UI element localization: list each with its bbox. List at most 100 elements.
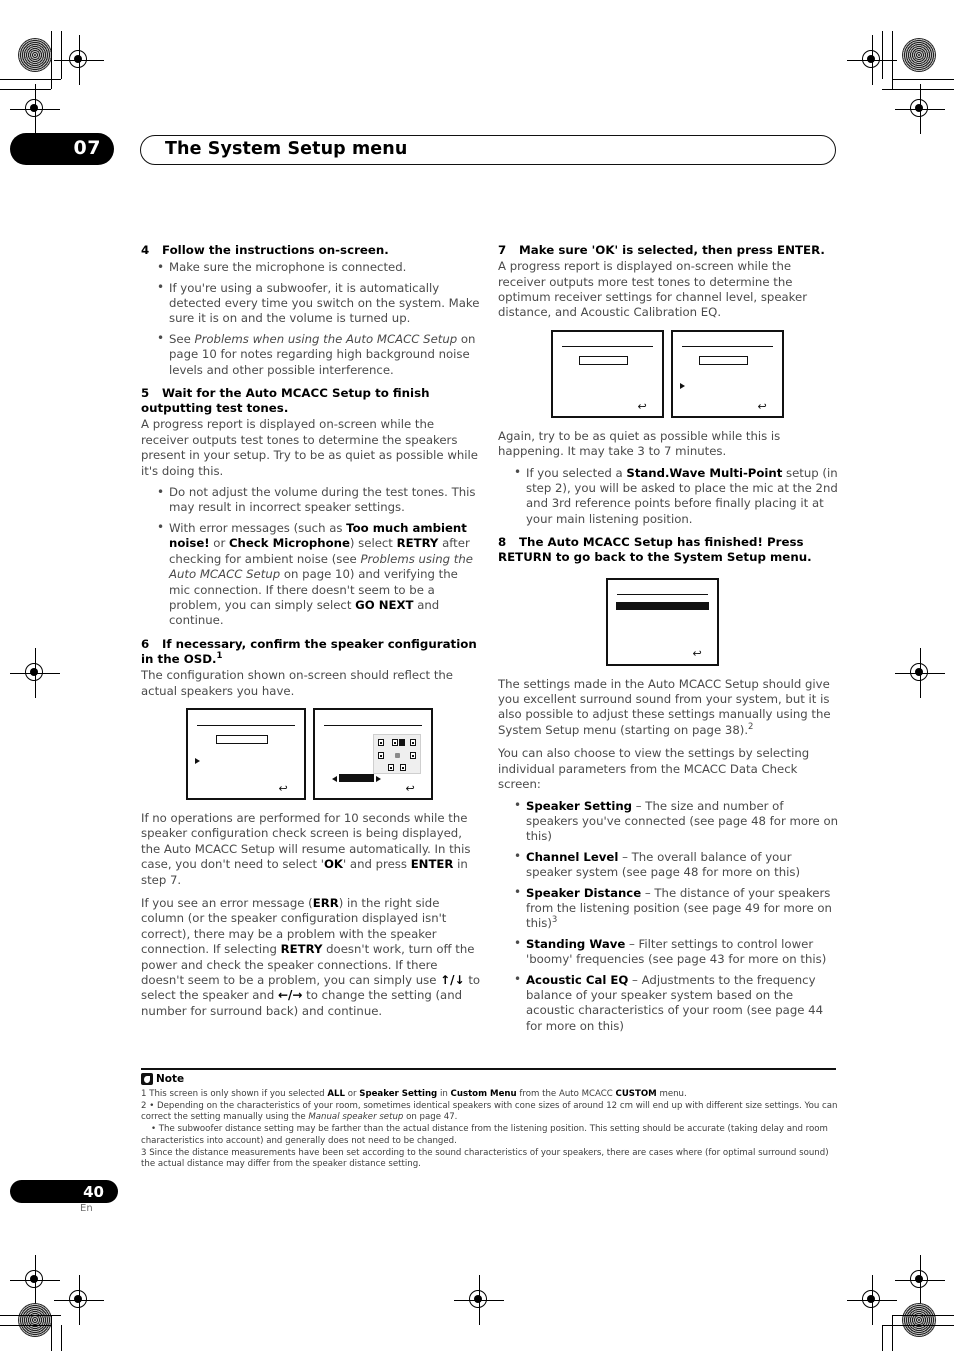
page-language-code: En: [80, 1203, 93, 1214]
osd-field-box: [579, 356, 629, 365]
text-run: 1 This screen is only shown if you selec…: [141, 1089, 328, 1099]
footnotes: 1 This screen is only shown if you selec…: [141, 1089, 838, 1171]
step-4-bullets: Make sure the microphone is connected. I…: [141, 260, 482, 378]
step-4-heading: 4 Follow the instructions on-screen.: [141, 243, 482, 258]
text-run: 2 • Depending on the characteristics of …: [141, 1100, 838, 1123]
list-item: Standing Wave – Filter settings to contr…: [514, 936, 839, 968]
page-number: 40: [83, 1183, 104, 1201]
step-8-number: 8: [498, 535, 507, 550]
emphasis-run: ALL: [327, 1089, 345, 1099]
osd-cursor-right-icon: [376, 775, 382, 782]
speaker-icon-surround-left: [377, 751, 384, 759]
list-item: With error messages (such as Too much am…: [157, 520, 482, 629]
crop-mark: [61, 1325, 62, 1351]
osd-field-box: [699, 356, 749, 365]
footnote-ref-2: 2: [748, 722, 754, 732]
list-item: Make sure the microphone is connected.: [157, 260, 482, 276]
osd-cursor-icon: [679, 383, 685, 390]
step-5-heading: 5 Wait for the Auto MCACC Setup to finish…: [141, 386, 482, 416]
list-item: Channel Level – The overall balance of y…: [514, 849, 839, 881]
crop-mark: [892, 1315, 954, 1316]
crop-mark: [882, 31, 883, 79]
figure-step-7: ↩ ↩: [551, 329, 839, 418]
mcacc-data-check-list: Speaker Setting – The size and number of…: [498, 798, 839, 1035]
left-column: 4 Follow the instructions on-screen. Make…: [141, 243, 482, 1027]
right-column: 7 Make sure 'OK' is selected, then press …: [498, 243, 839, 1042]
registration-mark-left-upper: [10, 84, 60, 134]
crop-mark: [892, 79, 954, 80]
crop-mark: [0, 1315, 61, 1316]
crop-mark: [882, 89, 954, 90]
osd-field-box: [215, 735, 269, 745]
emphasis-run: OK: [324, 857, 343, 872]
data-check-intro: You can also choose to view the settings…: [498, 746, 810, 792]
step-5-number: 5: [141, 386, 150, 401]
osd-divider: [681, 346, 774, 348]
page-number-tab: 40: [10, 1180, 118, 1203]
text-run: The settings made in the Auto MCACC Setu…: [498, 676, 831, 737]
term-speaker-setting: Speaker Setting: [526, 798, 633, 813]
listening-position-icon: [394, 752, 400, 758]
figure-step-6: ↩ ↩: [186, 707, 482, 800]
step-5-body: A progress report is displayed on-screen…: [141, 417, 478, 478]
crop-mark: [51, 1315, 52, 1351]
emphasis-run: Custom Menu: [450, 1089, 517, 1099]
step-7-heading: 7 Make sure 'OK' is selected, then press …: [498, 243, 839, 258]
speaker-icon-front-left: [377, 738, 384, 746]
step-4-number: 4: [141, 243, 150, 257]
crop-mark: [882, 1325, 954, 1326]
osd-return-icon: ↩: [278, 781, 288, 795]
after-figure-paragraph: Again, try to be as quiet as possible wh…: [498, 428, 781, 459]
registration-mark-right-upper: [895, 84, 945, 134]
registration-mark-left-lower: [10, 1255, 60, 1305]
footnote-2: 2 • Depending on the characteristics of …: [141, 1101, 838, 1124]
text-run: or: [344, 1089, 360, 1099]
bullet-text: Make sure the microphone is connected.: [169, 260, 407, 275]
bullet-text: If you're using a subwoofer, it is autom…: [169, 280, 480, 326]
step-7-heading-text: Make sure 'OK' is selected, then press E…: [519, 243, 825, 257]
settings-paragraph: The settings made in the Auto MCACC Setu…: [498, 677, 839, 739]
osd-speaker-config-left: ↩: [186, 707, 306, 800]
term-channel-level: Channel Level: [526, 849, 619, 864]
emphasis-run: RETRY: [396, 536, 439, 551]
list-item: Speaker Setting – The size and number of…: [514, 798, 839, 845]
emphasis-run: Stand.Wave Multi-Point: [626, 465, 783, 480]
osd-cursor-icon: [194, 758, 200, 765]
registration-mark-bottom-left: [54, 1275, 104, 1325]
emphasis-run: Speaker Setting: [359, 1089, 438, 1099]
text-run: or: [209, 536, 229, 551]
step-6-heading-text: If necessary, confirm the speaker config…: [141, 636, 477, 666]
osd-return-icon: ↩: [692, 647, 702, 661]
text-run: If you selected a: [526, 465, 627, 480]
osd-progress-right: ↩: [671, 329, 784, 418]
step-8-heading-text: The Auto MCACC Setup has finished! Press…: [498, 535, 812, 565]
text-run: in: [437, 1089, 451, 1099]
speaker-icon-surround-back-left: [387, 763, 394, 771]
crop-mark: [882, 1325, 883, 1351]
chapter-number: 07: [73, 137, 101, 159]
osd-divider: [616, 593, 709, 596]
term-standing-wave: Standing Wave: [526, 936, 626, 951]
list-item: See Problems when using the Auto MCACC S…: [157, 331, 482, 378]
list-item: Acoustic Cal EQ – Adjustments to the fre…: [514, 972, 839, 1035]
emphasis-run: CUSTOM: [615, 1089, 657, 1099]
osd-progress-left: ↩: [551, 329, 664, 418]
step-6-body: The configuration shown on-screen should…: [141, 668, 453, 698]
osd-return-icon: ↩: [757, 399, 767, 413]
step-7-number: 7: [498, 243, 507, 257]
step-6-number: 6: [141, 636, 150, 651]
footnote-ref-3: 3: [551, 915, 558, 926]
text-run: With error messages (such as: [169, 520, 347, 535]
step-8-heading: 8 The Auto MCACC Setup has finished! Pres…: [498, 535, 839, 565]
speaker-icon-front-right: [409, 738, 416, 746]
italic-reference: Manual speaker setup: [308, 1112, 404, 1123]
bullet-text: Do not adjust the volume during the test…: [169, 485, 476, 515]
term-acoustic-cal-eq: Acoustic Cal EQ: [526, 972, 629, 987]
step-7-body: A progress report is displayed on-screen…: [498, 259, 808, 320]
osd-finished: ↩: [606, 577, 719, 666]
crop-mark: [0, 1325, 51, 1326]
registration-mark-bottom-center: [454, 1275, 504, 1325]
stand-wave-bullets: If you selected a Stand.Wave Multi-Point…: [498, 465, 839, 528]
chapter-tab: 07: [10, 133, 114, 165]
osd-divider: [324, 724, 422, 727]
